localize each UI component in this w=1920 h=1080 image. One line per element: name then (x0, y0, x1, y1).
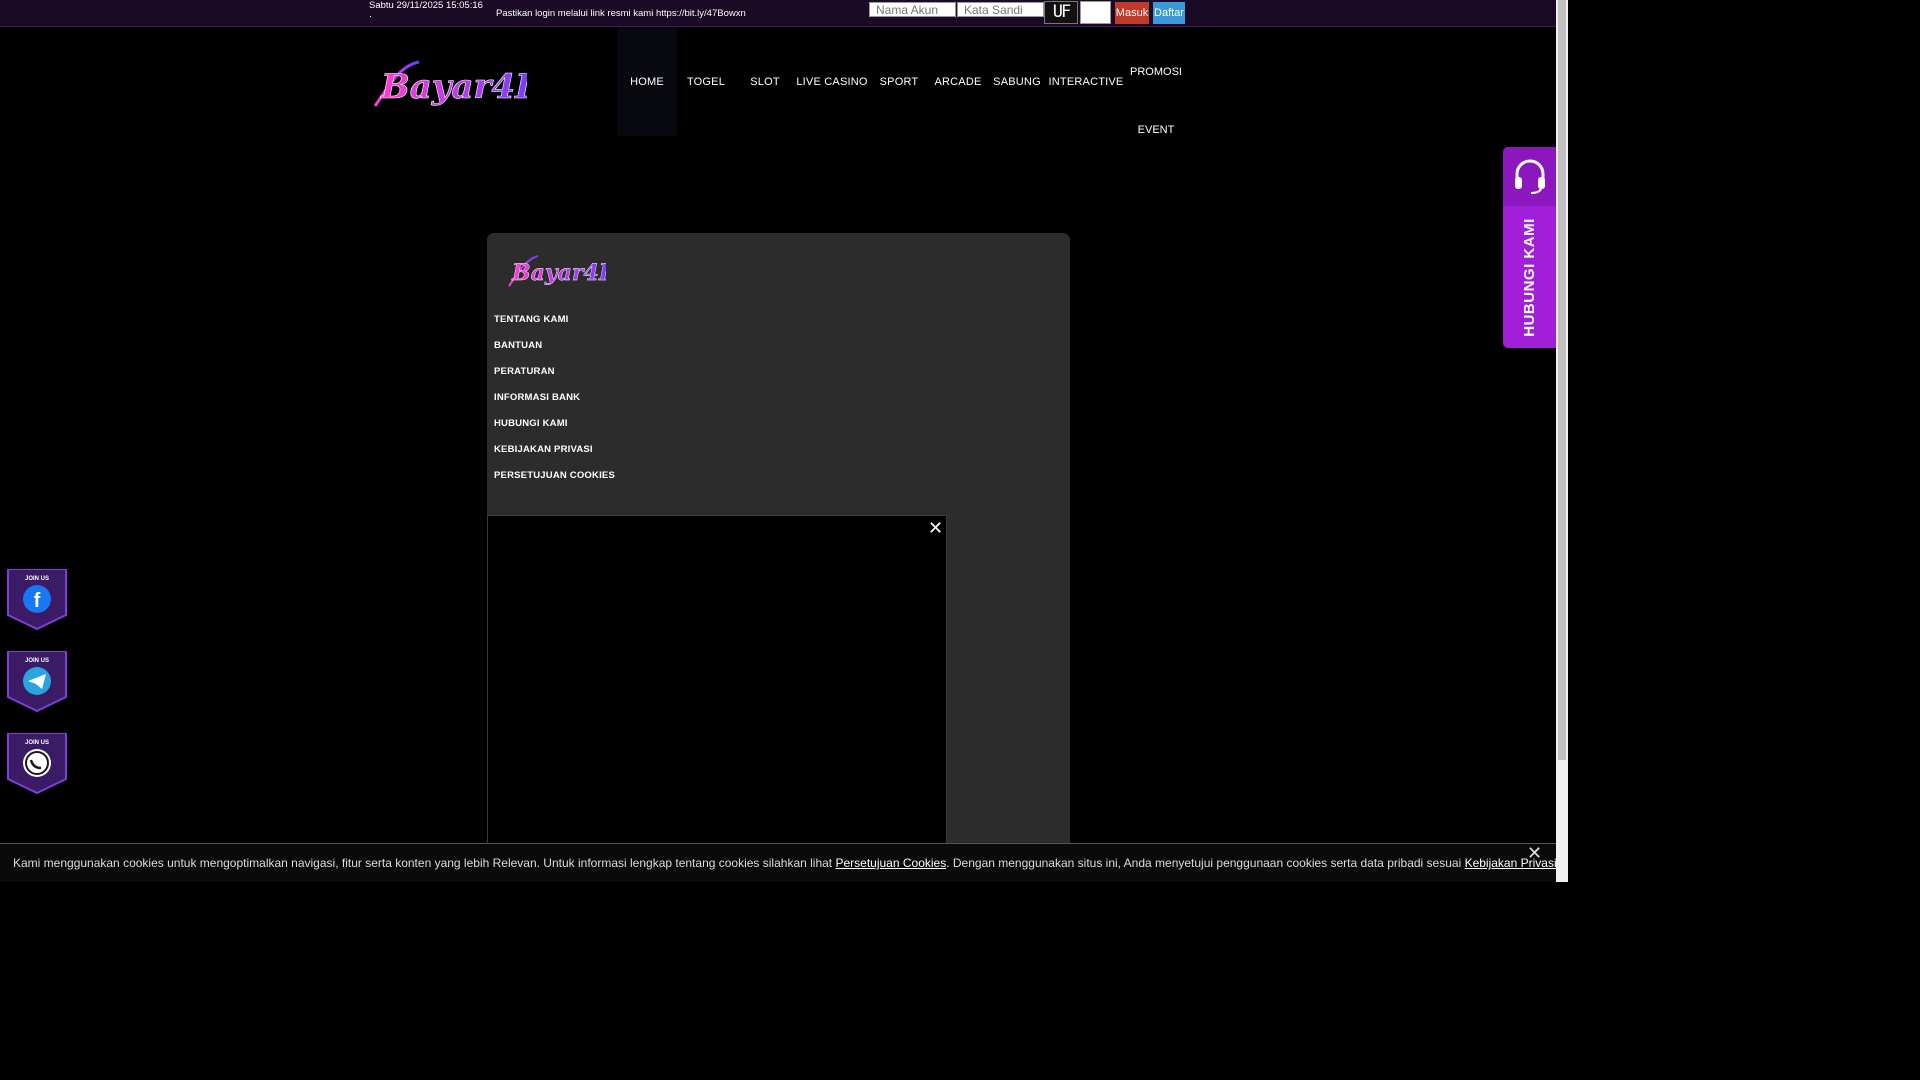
page-scrollbar[interactable] (1556, 0, 1568, 882)
privacy-policy-link[interactable]: Kebijakan Privasi (1465, 856, 1557, 870)
nav-slot[interactable]: SLOT (735, 28, 795, 136)
link-kebijakan-privasi[interactable]: KEBIJAKAN PRIVASI (494, 444, 593, 455)
whatsapp-icon (23, 749, 51, 777)
scrollbar-thumb[interactable] (1558, 0, 1566, 760)
modal-logo: Bayar4D (508, 255, 606, 287)
nav-togel[interactable]: TOGEL (677, 28, 735, 136)
datetime: Sabtu 29/11/2025 15:05:16 · (369, 0, 483, 22)
captcha-image: UF (1044, 1, 1078, 24)
site-logo[interactable]: Bayar4D (369, 56, 527, 112)
datetime-icon: · (369, 11, 373, 22)
captcha-input[interactable] (1080, 1, 1111, 24)
svg-text:JOIN US: JOIN US (25, 740, 49, 746)
link-peraturan[interactable]: PERATURAN (494, 366, 555, 377)
contact-label: HUBUNGI KAMI (1521, 217, 1538, 337)
svg-text:f: f (34, 590, 41, 612)
nav-home[interactable]: HOME (617, 28, 677, 136)
video-player[interactable]: ✕ (487, 515, 947, 882)
login-notice: Pastikan login melalui link resmi kami h… (496, 8, 746, 19)
info-modal: Bayar4D TENTANG KAMI BANTUAN PERATURAN I… (487, 233, 1070, 882)
social-whatsapp[interactable]: JOIN US (6, 733, 68, 795)
cookie-text-before: Kami menggunakan cookies untuk mengoptim… (13, 856, 836, 870)
nav-promosi[interactable]: PROMOSI (1127, 66, 1185, 78)
cookie-banner: Kami menggunakan cookies untuk mengoptim… (0, 843, 1560, 882)
social-telegram[interactable]: JOIN US (6, 651, 68, 713)
nav-interactive[interactable]: INTERACTIVE (1047, 28, 1125, 136)
contact-label-box: HUBUNGI KAMI (1503, 206, 1556, 348)
contact-icon-box (1503, 147, 1556, 206)
cookie-text-middle: . Dengan menggunakan situs ini, Anda men… (946, 856, 1465, 870)
link-bantuan[interactable]: BANTUAN (494, 340, 542, 351)
link-persetujuan-cookies[interactable]: PERSETUJUAN COOKIES (494, 470, 615, 481)
svg-text:JOIN US: JOIN US (25, 576, 49, 582)
svg-text:Bayar4D: Bayar4D (511, 260, 606, 286)
nav-live-casino[interactable]: LIVE CASINO (795, 28, 869, 136)
cookie-text: Kami menggunakan cookies untuk mengoptim… (13, 856, 1560, 870)
svg-text:Bayar4D: Bayar4D (380, 67, 527, 107)
nav-arcade[interactable]: ARCADE (929, 28, 987, 136)
password-input[interactable] (957, 2, 1044, 17)
nav-sport[interactable]: SPORT (869, 28, 929, 136)
svg-text:JOIN US: JOIN US (25, 658, 49, 664)
register-button[interactable]: Daftar (1153, 2, 1185, 24)
video-close-icon[interactable]: ✕ (928, 519, 943, 537)
link-tentang-kami[interactable]: TENTANG KAMI (494, 314, 569, 325)
link-hubungi-kami[interactable]: HUBUNGI KAMI (494, 418, 568, 429)
top-bar: Sabtu 29/11/2025 15:05:16 · Pastikan log… (0, 0, 1556, 27)
nav-sabung[interactable]: SABUNG (987, 28, 1047, 136)
headset-icon (1514, 159, 1545, 194)
cookie-close-icon[interactable]: ✕ (1527, 844, 1542, 862)
social-facebook[interactable]: JOIN US f (6, 569, 68, 631)
contact-panel[interactable]: HUBUNGI KAMI (1503, 147, 1556, 348)
datetime-text: Sabtu 29/11/2025 15:05:16 (369, 0, 483, 11)
link-informasi-bank[interactable]: INFORMASI BANK (494, 392, 580, 403)
login-button[interactable]: Masuk (1115, 2, 1149, 24)
nav-event[interactable]: EVENT (1127, 124, 1185, 136)
cookie-consent-link[interactable]: Persetujuan Cookies (835, 856, 946, 870)
cookie-text-after: . (1556, 856, 1560, 870)
username-input[interactable] (869, 2, 956, 17)
